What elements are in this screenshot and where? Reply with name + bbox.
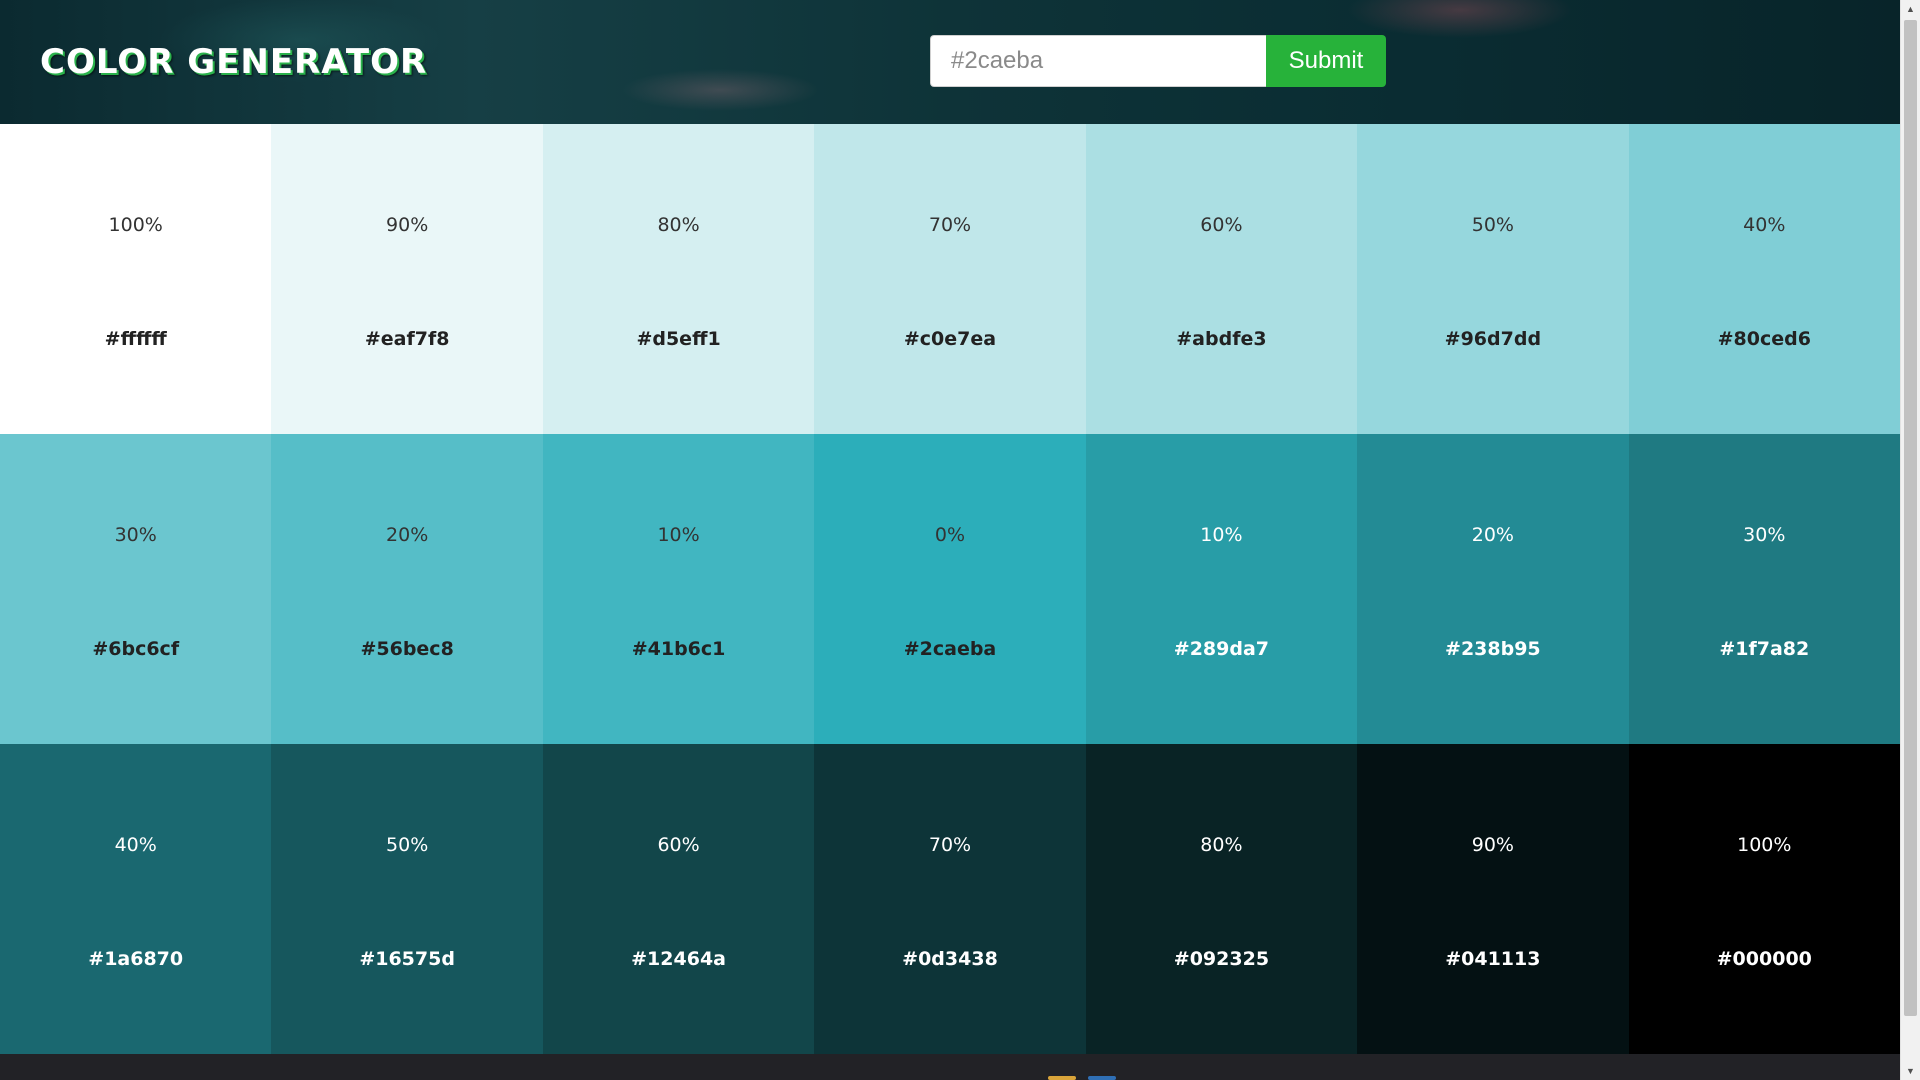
swatch-percent: 90% [1471,834,1514,856]
swatch-percent: 20% [1471,524,1514,546]
swatch-percent: 10% [657,524,700,546]
swatch-hex: #1a6870 [88,948,184,970]
swatch-percent: 20% [386,524,429,546]
swatch-percent: 100% [1737,834,1792,856]
swatch-percent: 30% [114,524,157,546]
footer-mark-left [1048,1076,1076,1080]
scroll-thumb[interactable] [1904,20,1917,1016]
color-swatch[interactable]: 20% #238b95 [1357,434,1629,744]
swatch-percent: 80% [1200,834,1243,856]
swatch-hex: #6bc6cf [92,638,180,660]
swatch-hex: #abdfe3 [1176,328,1267,350]
swatch-percent: 50% [1471,214,1514,236]
swatch-hex: #c0e7ea [903,328,997,350]
swatch-percent: 100% [108,214,163,236]
swatch-hex: #0d3438 [902,948,998,970]
color-swatch[interactable]: 40% #1a6870 [0,744,272,1054]
swatch-grid: 100% #ffffff 90% #eaf7f8 80% #d5eff1 70% #c0e7e… [0,124,1900,1054]
swatch-hex: #80ced6 [1717,328,1811,350]
swatch-hex: #289da7 [1173,638,1270,660]
swatch-hex: #16575d [359,948,455,970]
swatch-hex: #ffffff [104,328,167,350]
color-input[interactable] [930,35,1266,87]
swatch-percent: 60% [657,834,700,856]
swatch-hex: #092325 [1173,948,1270,970]
scroll-up-icon[interactable]: ▲ [1901,0,1920,18]
color-swatch[interactable]: 40% #80ced6 [1628,124,1900,434]
color-form: Submit [930,35,1386,87]
color-swatch[interactable]: 20% #56bec8 [271,434,543,744]
swatch-percent: 50% [386,834,429,856]
color-swatch[interactable]: 10% #41b6c1 [542,434,815,744]
swatch-percent: 80% [657,214,700,236]
swatch-hex: #238b95 [1445,638,1541,660]
swatch-hex: #96d7dd [1444,328,1542,350]
page: COLOR GENERATOR Submit 100% #ffffff 90% #ea… [0,0,1920,1080]
color-swatch[interactable]: 10% #289da7 [1085,434,1358,744]
swatch-hex: #2caeba [903,638,997,660]
swatch-hex: #d5eff1 [636,328,721,350]
color-swatch[interactable]: 90% #eaf7f8 [271,124,543,434]
swatch-percent: 30% [1743,524,1786,546]
color-swatch[interactable]: 60% #abdfe3 [1085,124,1358,434]
swatch-percent: 40% [1743,214,1786,236]
swatch-hex: #eaf7f8 [364,328,450,350]
swatch-percent: 70% [928,834,972,856]
color-swatch[interactable]: 0% #2caeba [814,434,1086,744]
swatch-percent: 60% [1200,214,1243,236]
swatch-percent: 10% [1200,524,1243,546]
color-swatch[interactable]: 80% #d5eff1 [542,124,815,434]
swatch-hex: #12464a [631,948,726,970]
color-swatch[interactable]: 100% #000000 [1628,744,1900,1054]
submit-button[interactable]: Submit [1266,35,1386,87]
color-swatch[interactable]: 60% #12464a [542,744,815,1054]
color-swatch[interactable]: 80% #092325 [1085,744,1358,1054]
swatch-hex: #1f7a82 [1719,638,1810,660]
color-swatch[interactable]: 50% #96d7dd [1357,124,1629,434]
color-swatch[interactable]: 90% #041113 [1357,744,1629,1054]
page-title: COLOR GENERATOR [40,42,428,82]
swatch-hex: #41b6c1 [631,638,726,660]
scrollbar[interactable]: ▲ ▼ [1900,0,1920,1080]
swatch-hex: #56bec8 [360,638,454,660]
color-swatch[interactable]: 30% #1f7a82 [1628,434,1900,744]
swatch-hex: #041113 [1445,948,1541,970]
swatch-percent: 70% [928,214,972,236]
color-swatch[interactable]: 50% #16575d [271,744,543,1054]
swatch-hex: #000000 [1716,948,1812,970]
color-swatch[interactable]: 100% #ffffff [0,124,272,434]
color-swatch[interactable]: 30% #6bc6cf [0,434,272,744]
color-swatch[interactable]: 70% #c0e7ea [814,124,1086,434]
swatch-percent: 90% [386,214,429,236]
color-swatch[interactable]: 70% #0d3438 [814,744,1086,1054]
scroll-down-icon[interactable]: ▼ [1901,1062,1920,1080]
footer [0,1054,1900,1080]
swatch-percent: 0% [934,524,966,546]
swatch-percent: 40% [114,834,157,856]
footer-mark-right [1088,1076,1116,1080]
header: COLOR GENERATOR Submit [0,0,1900,124]
